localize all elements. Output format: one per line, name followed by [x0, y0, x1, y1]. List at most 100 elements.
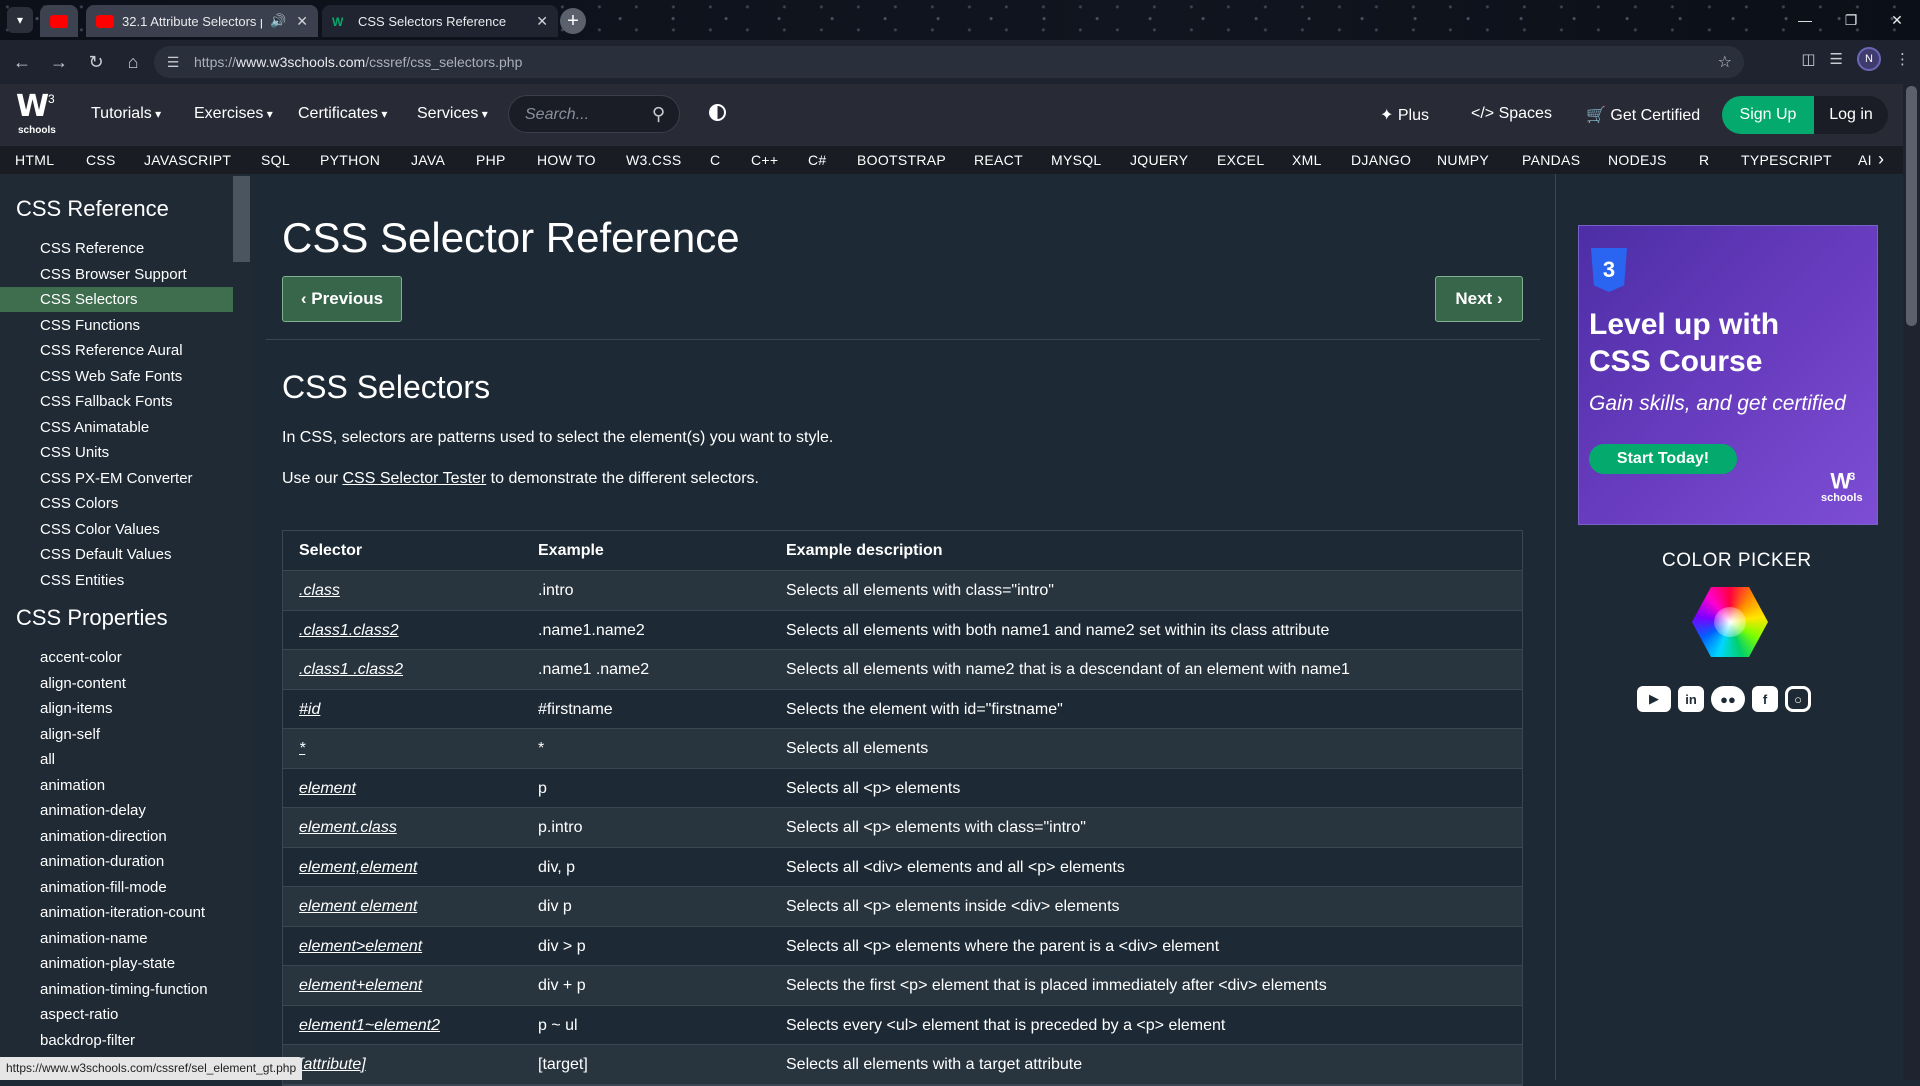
topic-link[interactable]: TYPESCRIPT	[1741, 152, 1832, 168]
topic-link[interactable]: XML	[1292, 152, 1322, 168]
page-scrollbar[interactable]	[1903, 84, 1920, 1080]
topic-link[interactable]: CSS	[86, 152, 116, 168]
selector-link[interactable]: [attribute]	[299, 1056, 366, 1074]
sidebar-item[interactable]: animation-iteration-count	[0, 900, 233, 925]
sidebar-item[interactable]: CSS Web Safe Fonts	[0, 364, 233, 389]
speaker-icon[interactable]: 🔊	[270, 13, 286, 29]
selector-link[interactable]: element.class	[299, 819, 397, 837]
reload-icon[interactable]: ↻	[81, 47, 111, 77]
sidebar-item[interactable]: CSS Browser Support	[0, 262, 233, 287]
selector-link[interactable]: element element	[299, 898, 417, 916]
selector-link[interactable]: .class1.class2	[299, 622, 399, 640]
tab-search-button[interactable]: ▾	[7, 7, 33, 33]
selector-link[interactable]: element+element	[299, 977, 422, 995]
topic-link[interactable]: JAVASCRIPT	[144, 152, 231, 168]
chevron-right-icon[interactable]: ›	[1878, 149, 1884, 170]
tab-css-selectors-reference[interactable]: W CSS Selectors Reference ✕	[322, 5, 558, 37]
topic-link[interactable]: W3.CSS	[626, 152, 681, 168]
close-tab-icon[interactable]: ✕	[536, 13, 548, 30]
sidebar-item[interactable]: CSS Entities	[0, 568, 233, 593]
topic-link[interactable]: SQL	[261, 152, 290, 168]
sidebar-item[interactable]: align-items	[0, 696, 233, 721]
sidebar-item[interactable]: animation-fill-mode	[0, 875, 233, 900]
topic-link[interactable]: C++	[751, 152, 778, 168]
new-tab-button[interactable]: +	[560, 8, 586, 34]
restore-icon[interactable]: ❐	[1828, 0, 1874, 40]
topic-link[interactable]: EXCEL	[1217, 152, 1264, 168]
sidebar-item[interactable]: align-self	[0, 722, 233, 747]
sidebar-item[interactable]: animation-delay	[0, 798, 233, 823]
menu-tutorials[interactable]: Tutorials	[91, 105, 161, 123]
get-certified-link[interactable]: 🛒 Get Certified	[1586, 105, 1700, 125]
extensions-icon[interactable]: ◫	[1801, 50, 1815, 68]
sidebar-item[interactable]: CSS Default Values	[0, 542, 233, 567]
sidebar-item[interactable]: animation	[0, 773, 233, 798]
selector-link[interactable]: #id	[299, 701, 320, 719]
sidebar-item[interactable]: animation-duration	[0, 849, 233, 874]
topic-link[interactable]: MYSQL	[1051, 152, 1102, 168]
url-text[interactable]: https://www.w3schools.com/cssref/css_sel…	[194, 54, 522, 70]
home-icon[interactable]: ⌂	[118, 47, 148, 77]
tab-youtube-pinned[interactable]	[40, 5, 78, 37]
sidebar-item[interactable]: animation-direction	[0, 824, 233, 849]
topic-link[interactable]: PANDAS	[1522, 152, 1580, 168]
spaces-link[interactable]: </> Spaces	[1471, 105, 1552, 123]
search-icon[interactable]: ⚲	[652, 104, 665, 125]
menu-certificates[interactable]: Certificates	[298, 105, 387, 123]
sidebar-item[interactable]: CSS Colors	[0, 491, 233, 516]
start-today-button[interactable]: Start Today!	[1589, 444, 1737, 474]
more-menu-icon[interactable]: ⋮	[1895, 50, 1910, 68]
minimize-icon[interactable]: —	[1782, 0, 1828, 40]
sign-up-button[interactable]: Sign Up	[1722, 96, 1814, 134]
sidebar-scrollbar[interactable]	[233, 174, 250, 1080]
topic-link[interactable]: NODEJS	[1608, 152, 1667, 168]
avatar[interactable]: N	[1857, 47, 1881, 71]
topic-link[interactable]: DJANGO	[1351, 152, 1411, 168]
sidebar-item[interactable]: CSS Reference	[0, 236, 233, 261]
topic-link[interactable]: HTML	[15, 152, 54, 168]
topic-link[interactable]: BOOTSTRAP	[857, 152, 946, 168]
sidebar-item[interactable]: animation-name	[0, 926, 233, 951]
topic-link[interactable]: JQUERY	[1130, 152, 1188, 168]
sidebar-item[interactable]: CSS Selectors	[0, 287, 233, 312]
sidebar-item[interactable]: all	[0, 747, 233, 772]
address-bar[interactable]: ☰ https://www.w3schools.com/cssref/css_s…	[154, 46, 1744, 78]
site-info-icon[interactable]: ☰	[158, 47, 188, 77]
bookmark-star-icon[interactable]: ☆	[1718, 52, 1732, 72]
facebook-icon[interactable]: f	[1752, 686, 1778, 712]
selector-tester-link[interactable]: CSS Selector Tester	[342, 470, 486, 487]
selector-link[interactable]: element>element	[299, 938, 422, 956]
selector-link[interactable]: element1~element2	[299, 1017, 440, 1035]
topic-link[interactable]: PHP	[476, 152, 506, 168]
sidebar-item[interactable]: animation-play-state	[0, 951, 233, 976]
selector-link[interactable]: .class1 .class2	[299, 661, 403, 679]
instagram-icon[interactable]: ○	[1785, 686, 1811, 712]
sidebar-item[interactable]: CSS Animatable	[0, 415, 233, 440]
topic-link[interactable]: HOW TO	[537, 152, 596, 168]
previous-button[interactable]: ‹ Previous	[282, 276, 402, 322]
selector-link[interactable]: element,element	[299, 859, 417, 877]
sidebar-item[interactable]: CSS Functions	[0, 313, 233, 338]
tab-attribute-selectors[interactable]: 32.1 Attribute Selectors pa 🔊 ✕	[86, 5, 318, 37]
sidebar-item[interactable]: CSS PX-EM Converter	[0, 466, 233, 491]
topic-link[interactable]: C#	[808, 152, 827, 168]
color-picker-wheel-icon[interactable]	[1692, 587, 1768, 657]
sidebar-item[interactable]: CSS Color Values	[0, 517, 233, 542]
linkedin-icon[interactable]: in	[1678, 686, 1704, 712]
sidebar-item[interactable]: CSS Reference Aural	[0, 338, 233, 363]
forward-icon[interactable]: →	[44, 47, 74, 77]
menu-exercises[interactable]: Exercises	[194, 105, 273, 123]
menu-services[interactable]: Services	[417, 105, 488, 123]
topic-link[interactable]: REACT	[974, 152, 1023, 168]
youtube-icon[interactable]: ▶	[1637, 686, 1671, 712]
close-tab-icon[interactable]: ✕	[296, 13, 308, 30]
sidebar-item[interactable]: accent-color	[0, 645, 233, 670]
plus-link[interactable]: ✦ Plus	[1380, 105, 1429, 125]
selector-link[interactable]: element	[299, 780, 356, 798]
close-window-icon[interactable]: ✕	[1874, 0, 1920, 40]
w3schools-logo[interactable]: W 3 schools	[16, 92, 58, 138]
sidebar-item[interactable]: animation-timing-function	[0, 977, 233, 1002]
sidebar-item[interactable]: CSS Fallback Fonts	[0, 389, 233, 414]
selector-link[interactable]: *	[299, 740, 305, 758]
topic-link[interactable]: AI	[1858, 152, 1874, 168]
